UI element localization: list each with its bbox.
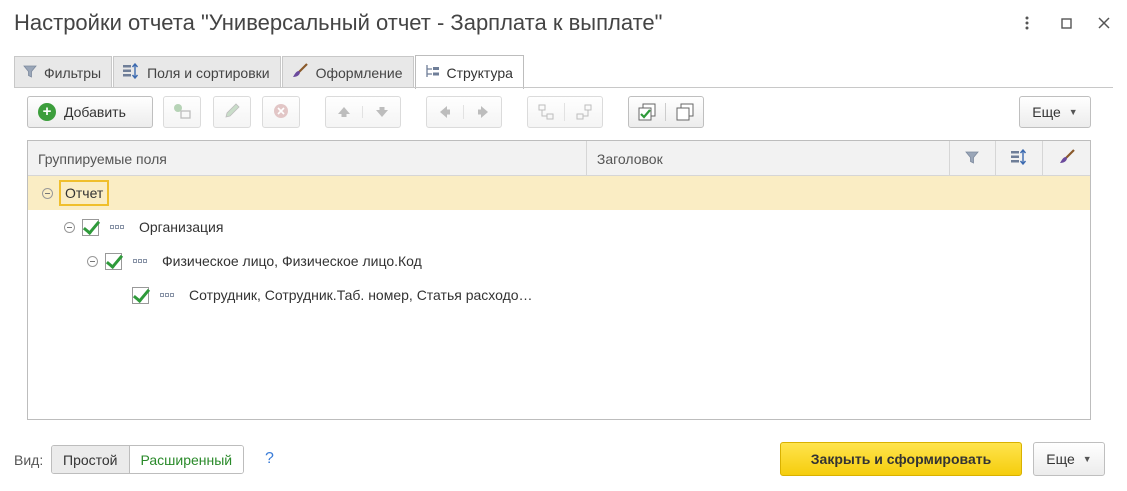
- filter-icon: [23, 65, 37, 81]
- add-label: Добавить: [64, 104, 126, 120]
- row-label: Сотрудник, Сотрудник.Таб. номер, Статья …: [189, 287, 533, 303]
- tab-filters[interactable]: Фильтры: [14, 56, 113, 88]
- arrow-right-icon[interactable]: [464, 105, 501, 119]
- tab-fields-sort[interactable]: Поля и сортировки: [113, 56, 281, 88]
- fields-sort-icon: [1010, 148, 1028, 168]
- move-group-updown: [325, 96, 401, 128]
- check-all-icon[interactable]: [629, 103, 666, 121]
- more-button[interactable]: Еще ▼: [1019, 96, 1091, 128]
- add-grouping-icon: [172, 102, 192, 123]
- collapse-icon[interactable]: [64, 221, 75, 233]
- move-group-leftright: [426, 96, 502, 128]
- row-label: Физическое лицо, Физическое лицо.Код: [162, 253, 422, 269]
- view-switch: Простой Расширенный: [51, 445, 245, 474]
- table-row[interactable]: Отчет: [28, 176, 1090, 210]
- maximize-icon[interactable]: [1057, 14, 1075, 32]
- footer-more-button[interactable]: Еще ▼: [1033, 442, 1105, 476]
- level-down-icon[interactable]: [565, 103, 602, 121]
- structure-icon: [424, 63, 440, 82]
- tab-bar: Фильтры Поля и сортировки Оформление Стр…: [14, 55, 525, 89]
- row-checkbox[interactable]: [132, 286, 149, 304]
- move-level-group: [527, 96, 603, 128]
- delete-icon: [272, 102, 290, 123]
- grouping-icon: [133, 259, 147, 263]
- tab-label: Оформление: [315, 64, 403, 81]
- view-label: Вид:: [14, 452, 44, 468]
- tab-label: Фильтры: [44, 64, 102, 81]
- collapse-icon[interactable]: [87, 255, 98, 267]
- add-grouping-button[interactable]: [163, 96, 201, 128]
- row-label: Отчет: [59, 180, 110, 206]
- pencil-icon: [223, 102, 241, 123]
- more-vert-icon[interactable]: [1018, 14, 1036, 32]
- row-checkbox[interactable]: [105, 252, 122, 270]
- column-header-design[interactable]: [1043, 141, 1090, 176]
- table-header: Группируемые поля Заголовок: [28, 141, 1090, 176]
- column-header-fields[interactable]: [996, 141, 1044, 176]
- column-header-filter[interactable]: [950, 141, 997, 176]
- column-header-grouping[interactable]: Группируемые поля: [28, 141, 587, 176]
- row-checkbox[interactable]: [82, 218, 99, 236]
- close-and-generate-button[interactable]: Закрыть и сформировать: [780, 442, 1022, 476]
- tab-label: Поля и сортировки: [147, 64, 270, 81]
- plus-icon: +: [38, 103, 56, 121]
- add-button[interactable]: + Добавить: [27, 96, 153, 128]
- arrow-up-icon[interactable]: [326, 106, 363, 118]
- table-row[interactable]: Организация: [28, 210, 1090, 244]
- view-advanced-option[interactable]: Расширенный: [129, 446, 244, 473]
- tab-structure[interactable]: Структура: [414, 55, 524, 89]
- table-row[interactable]: Физическое лицо, Физическое лицо.Код: [28, 244, 1090, 278]
- more-label: Еще: [1032, 104, 1061, 120]
- tab-divider: [14, 87, 1113, 88]
- fields-sort-icon: [122, 62, 140, 82]
- chevron-down-icon: ▼: [1068, 107, 1078, 117]
- column-header-title[interactable]: Заголовок: [587, 141, 950, 176]
- delete-button[interactable]: [262, 96, 300, 128]
- arrow-down-icon[interactable]: [363, 106, 400, 118]
- arrow-left-icon[interactable]: [427, 105, 464, 119]
- collapse-icon[interactable]: [42, 187, 53, 199]
- uncheck-all-icon[interactable]: [666, 103, 703, 121]
- level-up-icon[interactable]: [528, 103, 565, 121]
- table-row[interactable]: Сотрудник, Сотрудник.Таб. номер, Статья …: [28, 278, 1090, 312]
- chevron-down-icon: ▼: [1082, 454, 1092, 464]
- structure-table: Группируемые поля Заголовок Отчет Органи…: [27, 140, 1091, 420]
- filter-icon: [965, 151, 980, 167]
- more-label: Еще: [1046, 451, 1075, 467]
- grouping-icon: [110, 225, 124, 229]
- check-group: [628, 96, 704, 128]
- edit-button[interactable]: [213, 96, 251, 128]
- close-icon[interactable]: [1095, 14, 1113, 32]
- help-link[interactable]: ?: [265, 450, 274, 468]
- row-label: Организация: [139, 219, 224, 235]
- tab-label: Структура: [446, 64, 513, 81]
- tab-design[interactable]: Оформление: [281, 56, 414, 88]
- brush-icon: [291, 63, 309, 82]
- grouping-icon: [160, 293, 174, 297]
- window-title: Настройки отчета "Универсальный отчет - …: [14, 10, 663, 35]
- brush-icon: [1058, 149, 1076, 168]
- view-simple-option[interactable]: Простой: [52, 446, 130, 473]
